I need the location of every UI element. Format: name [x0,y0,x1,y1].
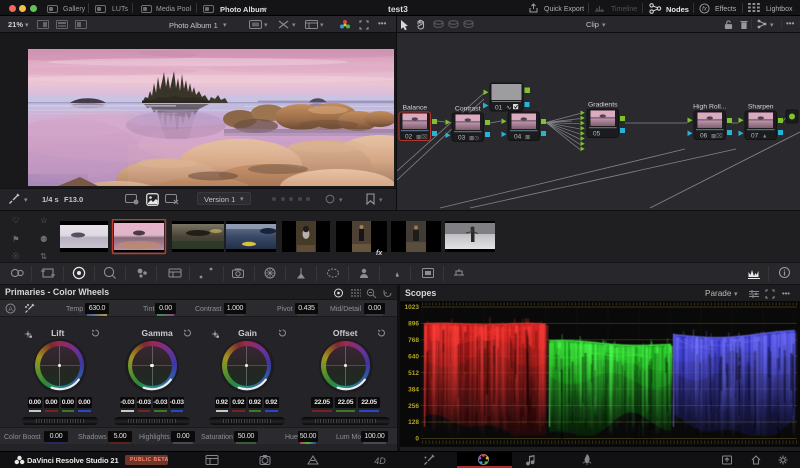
svg-text:896: 896 [408,321,419,328]
svg-text:0: 0 [415,436,419,443]
svg-text:Balance: Balance [402,105,427,112]
svg-text:4D: 4D [374,456,386,466]
svg-text:01: 01 [495,105,503,112]
svg-text:▦◷: ▦◷ [469,136,479,142]
svg-text:A: A [8,306,13,313]
svg-text:fx: fx [702,7,708,13]
svg-text:512: 512 [408,370,419,377]
svg-text:▦⌧: ▦⌧ [711,133,723,140]
svg-text:256: 256 [408,403,419,410]
svg-text:▦: ▦ [525,135,531,141]
svg-text:05: 05 [593,131,601,138]
svg-text:Sharpen: Sharpen [748,104,774,111]
svg-text:640: 640 [408,353,419,360]
svg-text:Contrast: Contrast [455,106,481,113]
svg-text:▲: ▲ [762,134,767,140]
svg-text:▦⌧: ▦⌧ [416,134,428,141]
svg-text:02: 02 [405,134,413,141]
svg-text:768: 768 [408,337,419,344]
svg-text:384: 384 [408,386,419,393]
svg-text:04: 04 [514,134,522,141]
svg-text:06: 06 [700,133,708,140]
svg-text:Gradients: Gradients [588,102,618,109]
svg-text:07: 07 [751,133,759,140]
svg-text:High Roll...: High Roll... [693,104,726,111]
svg-text:1023: 1023 [405,304,420,311]
svg-text:03: 03 [458,135,466,142]
svg-text:∿: ∿ [506,105,512,112]
svg-text:128: 128 [408,419,419,426]
